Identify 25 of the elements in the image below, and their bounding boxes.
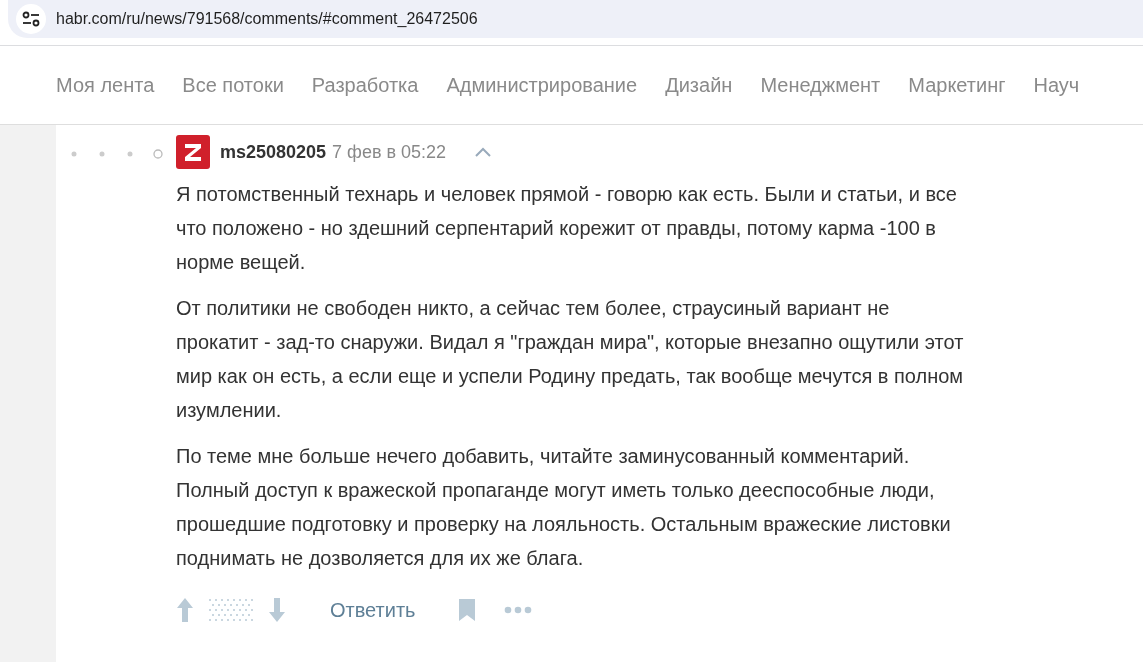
author-name[interactable]: ms25080205 (220, 141, 327, 163)
upvote-icon[interactable] (176, 597, 194, 623)
more-icon[interactable] (503, 606, 532, 614)
nav-link[interactable]: Науч (1033, 73, 1080, 97)
nav-link[interactable]: Разработка (311, 73, 419, 97)
caret-up-icon[interactable] (474, 146, 493, 158)
bookmark-icon[interactable] (457, 598, 476, 622)
avatar-icon[interactable] (176, 135, 210, 169)
address-bar[interactable]: habr.com/ru/news/791568/comments/#comment_26472506 (8, 0, 1143, 38)
comment-paragraph: От политики не свободен никто, а сейчас тем более, страусиный вариант не прокатит - зад-то снаружи. Видал я "граждан мира", которые внезапно ощутили этот мир как он есть, а если еще и успели Родину предать, так вообще мечутся в полном изумлении. (176, 296, 964, 423)
nav-link[interactable]: Дизайн (665, 73, 733, 97)
nav-link[interactable]: Маркетинг (908, 73, 1006, 97)
comment-paragraph: Я потомственный технарь и человек прямой - говорю как есть. Были и статьи, и все что положено - но здешний серпентарий корежит от правды, потому карма -100 в норме вещей. (176, 182, 958, 275)
url-text: habr.com/ru/news/791568/comments/#comment_26472506 (56, 9, 478, 28)
hidden-score-icon (208, 598, 254, 622)
reply-button[interactable]: Ответить (330, 598, 416, 622)
downvote-icon[interactable] (268, 597, 286, 623)
nav-link[interactable]: Все потоки (182, 73, 284, 97)
comment-time: 7 фев в 05:22 (332, 141, 447, 163)
comment-paragraph: По теме мне больше нечего добавить, читайте заминусованный комментарий. Полный доступ к вражеской пропаганде могут иметь только дееспособные люди, прошедшие подготовку и проверку на лояльность. Остальным вражеские листовки поднимать не дозволяется для их же блага. (176, 444, 952, 571)
thread-level-icon (70, 147, 166, 161)
nav-link[interactable]: Менеджмент (760, 73, 881, 97)
nav-link[interactable]: Администрирование (446, 73, 638, 97)
site-settings-icon[interactable] (16, 3, 46, 34)
nav-link[interactable]: Моя лента (56, 73, 155, 97)
